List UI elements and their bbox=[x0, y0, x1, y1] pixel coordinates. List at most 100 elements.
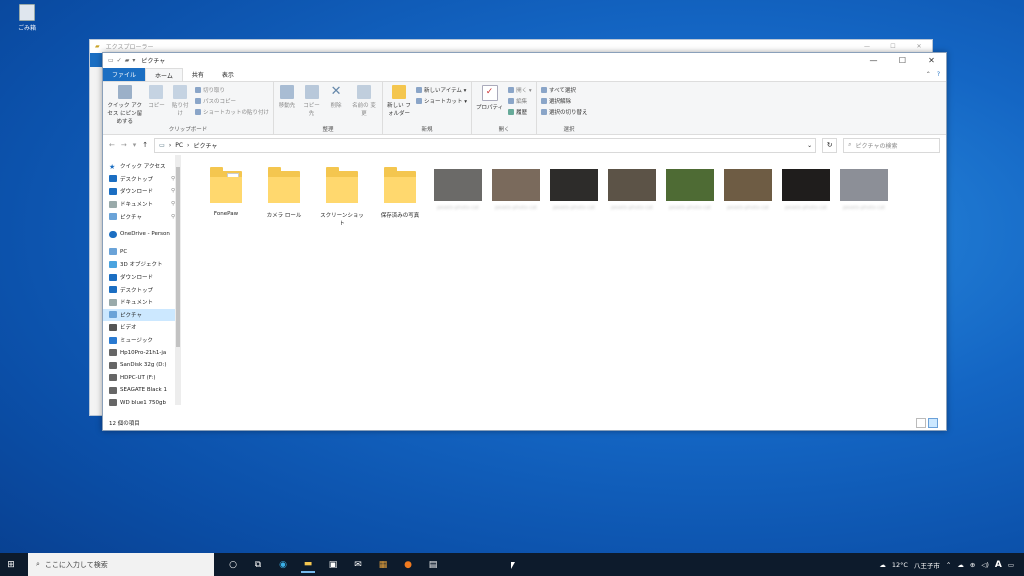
temperature[interactable]: 12°C bbox=[892, 561, 908, 569]
nav-quick-access[interactable]: ★ クイック アクセス bbox=[103, 160, 177, 173]
nav-pc-item[interactable]: ミュージック bbox=[103, 334, 177, 347]
nav-pc-item[interactable]: ドキュメント bbox=[103, 296, 177, 309]
paste-shortcut-button[interactable]: ショートカットの貼り付け bbox=[194, 107, 269, 117]
breadcrumb-pc[interactable]: PC bbox=[175, 142, 183, 149]
breadcrumb-pictures[interactable]: ピクチャ bbox=[193, 141, 217, 150]
background-close-button[interactable]: ✕ bbox=[906, 43, 932, 50]
edit-button[interactable]: 編集 bbox=[508, 96, 532, 106]
collapse-ribbon-icon[interactable]: ⌃ bbox=[926, 71, 931, 78]
navigation-pane[interactable]: ★ クイック アクセス デスクトップ ⚲ ダウンロード ⚲ ドキュメント ⚲ ピクチャ ⚲ On… bbox=[103, 155, 181, 410]
photo-item[interactable]: pexels-photo-cat bbox=[492, 167, 540, 227]
pin-quick-access-button[interactable]: クイック アクセス にピン留めする bbox=[107, 84, 142, 125]
show-hidden-icons-icon[interactable]: ⌃ bbox=[946, 561, 951, 569]
rename-button[interactable]: 名前の 変更 bbox=[350, 84, 378, 125]
photos-app-icon[interactable]: ▦ bbox=[376, 558, 390, 572]
windows-start-button[interactable]: ⊞ bbox=[0, 560, 22, 570]
shortcut-button[interactable]: ショートカット ▾ bbox=[415, 96, 467, 106]
select-none-button[interactable]: 選択解除 bbox=[541, 96, 588, 106]
forward-arrow-icon[interactable]: → bbox=[121, 141, 127, 149]
folder-item[interactable]: カメラ ロール bbox=[261, 167, 307, 227]
nav-pc-item[interactable]: ピクチャ bbox=[103, 308, 177, 322]
notification-icon[interactable]: ▭ bbox=[1008, 561, 1014, 569]
nav-pc-item[interactable]: 3D オブジェクト bbox=[103, 258, 177, 271]
store-icon[interactable]: ▣ bbox=[326, 558, 340, 572]
refresh-button[interactable]: ↻ bbox=[822, 137, 838, 153]
file-explorer-icon[interactable]: ▬ bbox=[301, 557, 315, 573]
photo-item[interactable]: pexels-photo-cat bbox=[550, 167, 598, 227]
invert-selection-button[interactable]: 選択の切り替え bbox=[541, 107, 588, 117]
folder-item[interactable]: 保存済みの写真 bbox=[377, 167, 423, 227]
firefox-icon[interactable]: ● bbox=[401, 558, 415, 572]
ime-indicator[interactable]: A bbox=[995, 560, 1002, 570]
edge-icon[interactable]: ◉ bbox=[276, 558, 290, 572]
minimize-button[interactable]: — bbox=[859, 56, 888, 65]
folder-item[interactable]: FonePaw bbox=[203, 167, 249, 227]
copy-path-button[interactable]: パスのコピー bbox=[194, 96, 269, 106]
nav-quick-access-item[interactable]: ドキュメント ⚲ bbox=[103, 198, 177, 211]
tab-file[interactable]: ファイル bbox=[103, 68, 146, 81]
folder-item[interactable]: スクリーンショット bbox=[319, 167, 365, 227]
recent-locations-icon[interactable]: ▾ bbox=[133, 141, 137, 149]
nav-quick-access-item[interactable]: デスクトップ ⚲ bbox=[103, 173, 177, 186]
photo-item[interactable]: pexels-photo-cat bbox=[434, 167, 482, 227]
tab-share[interactable]: 共有 bbox=[183, 68, 213, 81]
address-bar[interactable]: ▭ › PC › ピクチャ ⌄ bbox=[154, 137, 817, 153]
back-arrow-icon[interactable]: ← bbox=[109, 141, 115, 149]
open-button[interactable]: 開く ▾ bbox=[508, 85, 532, 95]
nav-onedrive[interactable]: OneDrive - Person bbox=[103, 228, 177, 241]
nav-pc-item[interactable]: ビデオ bbox=[103, 321, 177, 334]
nav-pc-item[interactable]: HDPC-UT (F:) bbox=[103, 372, 177, 385]
nav-quick-access-item[interactable]: ダウンロード ⚲ bbox=[103, 185, 177, 198]
select-all-button[interactable]: すべて選択 bbox=[541, 85, 588, 95]
cortana-icon[interactable]: ○ bbox=[226, 558, 240, 572]
tab-home[interactable]: ホーム bbox=[145, 68, 183, 81]
nav-pc[interactable]: PC bbox=[103, 246, 177, 259]
up-arrow-icon[interactable]: ↑ bbox=[142, 141, 148, 149]
taskbar-search-box[interactable]: ⌕ ここに入力して検索 bbox=[28, 553, 214, 576]
properties-button[interactable]: ✓ プロパティ bbox=[476, 84, 503, 125]
delete-button[interactable]: ✕ 削除 bbox=[327, 84, 345, 125]
nav-pc-item[interactable]: SanDisk 32g (D:) bbox=[103, 359, 177, 372]
quick-access-dropdown-icon[interactable]: ▾ bbox=[132, 57, 135, 64]
task-view-icon[interactable]: ⧉ bbox=[251, 558, 265, 572]
maximize-button[interactable]: ☐ bbox=[888, 56, 917, 65]
nav-pc-item[interactable]: WD blue1 750gb bbox=[103, 397, 177, 410]
new-folder-quick-icon[interactable]: ▰ bbox=[125, 57, 130, 64]
nav-pc-item[interactable]: ダウンロード bbox=[103, 271, 177, 284]
new-item-button[interactable]: 新しいアイテム ▾ bbox=[415, 85, 467, 95]
properties-quick-icon[interactable]: ✓ bbox=[117, 57, 122, 64]
network-icon[interactable]: ⊕ bbox=[970, 561, 975, 569]
nav-pc-item[interactable]: Hp10Pro-21h1-ja bbox=[103, 346, 177, 359]
photo-item[interactable]: pexels-photo-cat bbox=[840, 167, 888, 227]
address-dropdown-icon[interactable]: ⌄ bbox=[807, 142, 812, 149]
file-list[interactable]: FonePaw カメラ ロール スクリーンショット 保存済みの写真 pexels-pho… bbox=[177, 155, 946, 407]
history-button[interactable]: 履歴 bbox=[508, 107, 532, 117]
search-input[interactable]: ⌕ ピクチャの検索 bbox=[843, 137, 940, 153]
photo-item[interactable]: pexels-photo-cat bbox=[608, 167, 656, 227]
background-maximize-button[interactable]: ☐ bbox=[880, 43, 906, 50]
mail-icon[interactable]: ✉ bbox=[351, 558, 365, 572]
nav-pc-item[interactable]: SEAGATE Black 1 bbox=[103, 384, 177, 397]
new-folder-button[interactable]: 新しい フォルダー bbox=[387, 84, 411, 125]
background-minimize-button[interactable]: — bbox=[854, 43, 880, 50]
copy-to-button[interactable]: コピー先 bbox=[301, 84, 322, 125]
move-to-button[interactable]: 移動先 bbox=[278, 84, 296, 125]
tab-view[interactable]: 表示 bbox=[213, 68, 243, 81]
photo-item[interactable]: pexels-photo-cat bbox=[666, 167, 714, 227]
photo-item[interactable]: pexels-photo-cat bbox=[724, 167, 772, 227]
paste-button[interactable]: 貼り付け bbox=[170, 84, 190, 125]
volume-icon[interactable]: ◁) bbox=[981, 561, 989, 569]
cut-button[interactable]: 切り取り bbox=[194, 85, 269, 95]
copy-button[interactable]: コピー bbox=[147, 84, 165, 125]
recycle-bin-icon[interactable]: ごみ箱 bbox=[14, 4, 40, 32]
details-view-button[interactable] bbox=[916, 418, 926, 428]
onedrive-icon[interactable]: ☁ bbox=[957, 561, 964, 569]
help-icon[interactable]: ? bbox=[937, 71, 940, 78]
location[interactable]: 八王子市 bbox=[914, 560, 940, 570]
close-button[interactable]: ✕ bbox=[917, 56, 946, 65]
large-icons-view-button[interactable] bbox=[928, 418, 938, 428]
notepad-icon[interactable]: ▤ bbox=[426, 558, 440, 572]
nav-pc-item[interactable]: デスクトップ bbox=[103, 283, 177, 296]
photo-item[interactable]: pexels-photo-cat bbox=[782, 167, 830, 227]
weather-icon[interactable]: ☁ bbox=[879, 561, 886, 569]
